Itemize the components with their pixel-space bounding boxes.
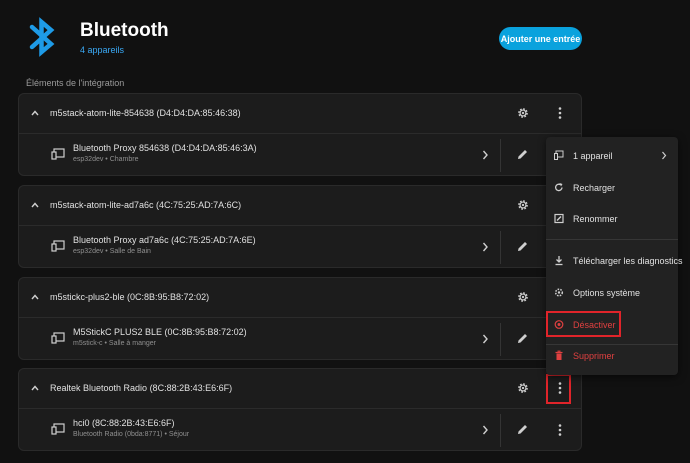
menu-separator [546,239,678,240]
config-entry-row[interactable]: hci0 (8C:88:2B:43:E6:6F) Bluetooth Radio… [19,410,581,451]
pencil-icon[interactable] [516,332,529,345]
entry-subtitle: Bluetooth Radio (0bda:8771) • Séjour [73,431,190,438]
menu-label: Options système [573,288,641,298]
chevron-right-icon[interactable] [481,241,489,253]
device-icon [51,423,65,435]
menu-item-delete[interactable]: Supprimer [546,342,678,370]
card-header[interactable]: m5stack-atom-lite-854638 (D4:D4:DA:85:46… [19,94,581,134]
divider [500,139,501,172]
chevron-right-icon [662,151,667,160]
integration-card: m5stack-atom-lite-854638 (D4:D4:DA:85:46… [18,93,582,176]
integration-card: Realtek Bluetooth Radio (8C:88:2B:43:E6:… [18,368,582,451]
device-icon [51,332,65,344]
gear-icon[interactable] [516,198,530,212]
card-title: Realtek Bluetooth Radio (8C:88:2B:43:E6:… [50,383,233,393]
divider [500,231,501,264]
entry-subtitle: esp32dev • Salle de Bain [73,248,151,255]
divider [500,414,501,447]
card-header[interactable]: m5stack-atom-lite-ad7a6c (4C:75:25:AD:7A… [19,186,581,226]
card-header[interactable]: Realtek Bluetooth Radio (8C:88:2B:43:E6:… [19,369,581,409]
pencil-icon[interactable] [516,423,529,436]
menu-item-rename[interactable]: Renommer [546,205,678,233]
menu-label: Renommer [573,214,618,224]
entry-subtitle: esp32dev • Chambre [73,156,139,163]
card-title: m5stack-atom-lite-854638 (D4:D4:DA:85:46… [50,108,241,118]
overflow-menu-icon[interactable] [554,106,566,120]
chevron-up-icon[interactable] [30,292,40,302]
page-title: Bluetooth [80,20,169,41]
chevron-right-icon[interactable] [481,333,489,345]
chevron-up-icon[interactable] [30,200,40,210]
divider [500,323,501,356]
section-title: Éléments de l'intégration [26,78,125,88]
menu-label: 1 appareil [573,151,613,161]
highlight-disable-item [546,311,621,337]
menu-item-devices[interactable]: 1 appareil [546,142,678,170]
gear-icon[interactable] [516,381,530,395]
card-title: m5stack-atom-lite-ad7a6c (4C:75:25:AD:7A… [50,200,242,210]
device-icon [51,148,65,160]
entry-name: Bluetooth Proxy ad7a6c (4C:75:25:AD:7A:6… [73,235,256,245]
device-count-link[interactable]: 4 appareils [80,45,124,55]
entry-name: M5StickC PLUS2 BLE (0C:8B:95:B8:72:02) [73,327,247,337]
config-entry-row[interactable]: M5StickC PLUS2 BLE (0C:8B:95:B8:72:02) m… [19,319,581,360]
card-title: m5stickc-plus2-ble (0C:8B:95:B8:72:02) [50,292,210,302]
menu-item-reload[interactable]: Recharger [546,174,678,202]
device-icon [554,150,564,160]
entry-subtitle: m5stick-c • Salle à manger [73,340,156,347]
menu-label: Recharger [573,183,616,193]
pencil-icon[interactable] [516,240,529,253]
device-icon [51,240,65,252]
rename-icon [554,213,564,224]
reload-icon [554,183,563,192]
download-icon [555,256,563,266]
gear-icon [554,288,564,297]
card-header[interactable]: m5stickc-plus2-ble (0C:8B:95:B8:72:02) [19,278,581,318]
overflow-menu-icon[interactable] [554,423,566,437]
overflow-menu: 1 appareil Recharger Renommer Télécharge… [546,137,683,375]
menu-item-system-options[interactable]: Options système [546,279,678,307]
pencil-icon[interactable] [516,148,529,161]
trash-icon [555,350,563,360]
menu-item-download-diagnostics[interactable]: Télécharger les diagnostics [546,247,683,275]
gear-icon[interactable] [516,106,530,120]
integration-card: m5stickc-plus2-ble (0C:8B:95:B8:72:02) M… [18,277,582,360]
entry-name: hci0 (8C:88:2B:43:E6:6F) [73,418,175,428]
gear-icon[interactable] [516,290,530,304]
chevron-up-icon[interactable] [30,108,40,118]
highlight-overflow-button [546,374,571,404]
entry-name: Bluetooth Proxy 854638 (D4:D4:DA:85:46:3… [73,143,257,153]
chevron-right-icon[interactable] [481,149,489,161]
integration-card: m5stack-atom-lite-ad7a6c (4C:75:25:AD:7A… [18,185,582,268]
menu-label: Supprimer [573,351,615,361]
config-entry-row[interactable]: Bluetooth Proxy ad7a6c (4C:75:25:AD:7A:6… [19,227,581,268]
config-entry-row[interactable]: Bluetooth Proxy 854638 (D4:D4:DA:85:46:3… [19,135,581,176]
chevron-right-icon[interactable] [481,424,489,436]
menu-label: Télécharger les diagnostics [573,256,683,266]
bluetooth-icon [29,17,55,57]
chevron-up-icon[interactable] [30,383,40,393]
add-entry-button[interactable]: Ajouter une entrée [499,27,582,50]
